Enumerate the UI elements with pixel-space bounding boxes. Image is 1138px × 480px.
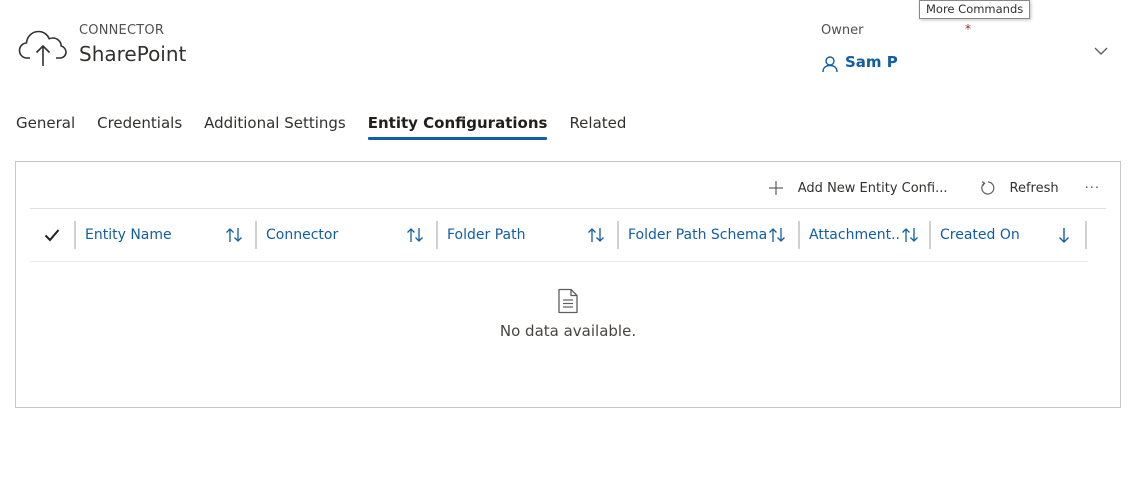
column-header-folder-path[interactable]: Folder Path xyxy=(436,221,617,249)
tab-general[interactable]: General xyxy=(16,114,75,138)
cloud-upload-icon xyxy=(18,30,67,66)
refresh-icon xyxy=(980,181,994,195)
owner-name-link[interactable]: Sam P xyxy=(845,53,898,71)
subgrid-command-bar: Add New Entity Confi... Refresh ··· xyxy=(768,176,1100,200)
add-new-entity-configuration-button[interactable]: Add New Entity Confi... xyxy=(768,180,948,196)
column-header-entity-name[interactable]: Entity Name xyxy=(74,221,255,249)
empty-state: No data available. xyxy=(16,288,1120,340)
sort-both-icon xyxy=(226,228,242,242)
sort-both-icon xyxy=(588,228,604,242)
empty-state-message: No data available. xyxy=(499,322,637,340)
grid-column-header-row: Entity Name Connector Folder Path Folder… xyxy=(30,209,1088,262)
sort-both-icon xyxy=(902,228,918,242)
more-commands-button[interactable]: ··· xyxy=(1085,181,1100,196)
more-commands-tooltip: More Commands xyxy=(919,0,1031,19)
record-title: SharePoint xyxy=(79,42,187,66)
owner-label: Owner xyxy=(821,23,864,38)
tab-related[interactable]: Related xyxy=(569,114,626,138)
sort-descending-icon xyxy=(1059,228,1069,243)
column-header-folder-path-schema[interactable]: Folder Path Schema xyxy=(617,221,798,249)
column-header-created-on[interactable]: Created On xyxy=(929,221,1085,249)
tab-entity-configurations[interactable]: Entity Configurations xyxy=(367,114,547,140)
column-label-created-on: Created On xyxy=(940,227,1020,243)
sort-both-icon xyxy=(407,228,423,242)
form-tab-list: General Credentials Additional Settings … xyxy=(16,114,648,140)
person-icon xyxy=(822,56,838,73)
column-header-connector[interactable]: Connector xyxy=(255,221,436,249)
column-label-folder-path-schema: Folder Path Schema xyxy=(628,227,768,243)
owner-lookup[interactable]: Sam P xyxy=(821,51,898,73)
select-all-checkbox[interactable] xyxy=(30,209,74,261)
entity-type-label: CONNECTOR xyxy=(79,23,165,38)
document-icon xyxy=(558,288,578,314)
column-label-folder-path: Folder Path xyxy=(447,227,526,243)
column-label-entity-name: Entity Name xyxy=(85,227,172,243)
column-header-end-divider xyxy=(1085,221,1087,249)
required-indicator: * xyxy=(965,22,971,36)
tab-credentials[interactable]: Credentials xyxy=(97,114,182,138)
sort-both-icon xyxy=(769,228,785,242)
chevron-down-icon[interactable] xyxy=(1092,42,1110,60)
plus-icon xyxy=(768,181,783,195)
column-label-connector: Connector xyxy=(266,227,339,243)
refresh-label: Refresh xyxy=(1009,180,1059,196)
column-label-attachment: Attachment... xyxy=(809,227,901,243)
entity-configurations-subgrid: Add New Entity Confi... Refresh ··· Enti… xyxy=(15,161,1121,408)
tab-additional-settings[interactable]: Additional Settings xyxy=(204,114,346,138)
checkmark-icon xyxy=(44,229,60,242)
refresh-button[interactable]: Refresh xyxy=(980,180,1059,196)
column-header-attachment[interactable]: Attachment... xyxy=(798,221,929,249)
add-new-entity-configuration-label: Add New Entity Confi... xyxy=(797,180,948,196)
